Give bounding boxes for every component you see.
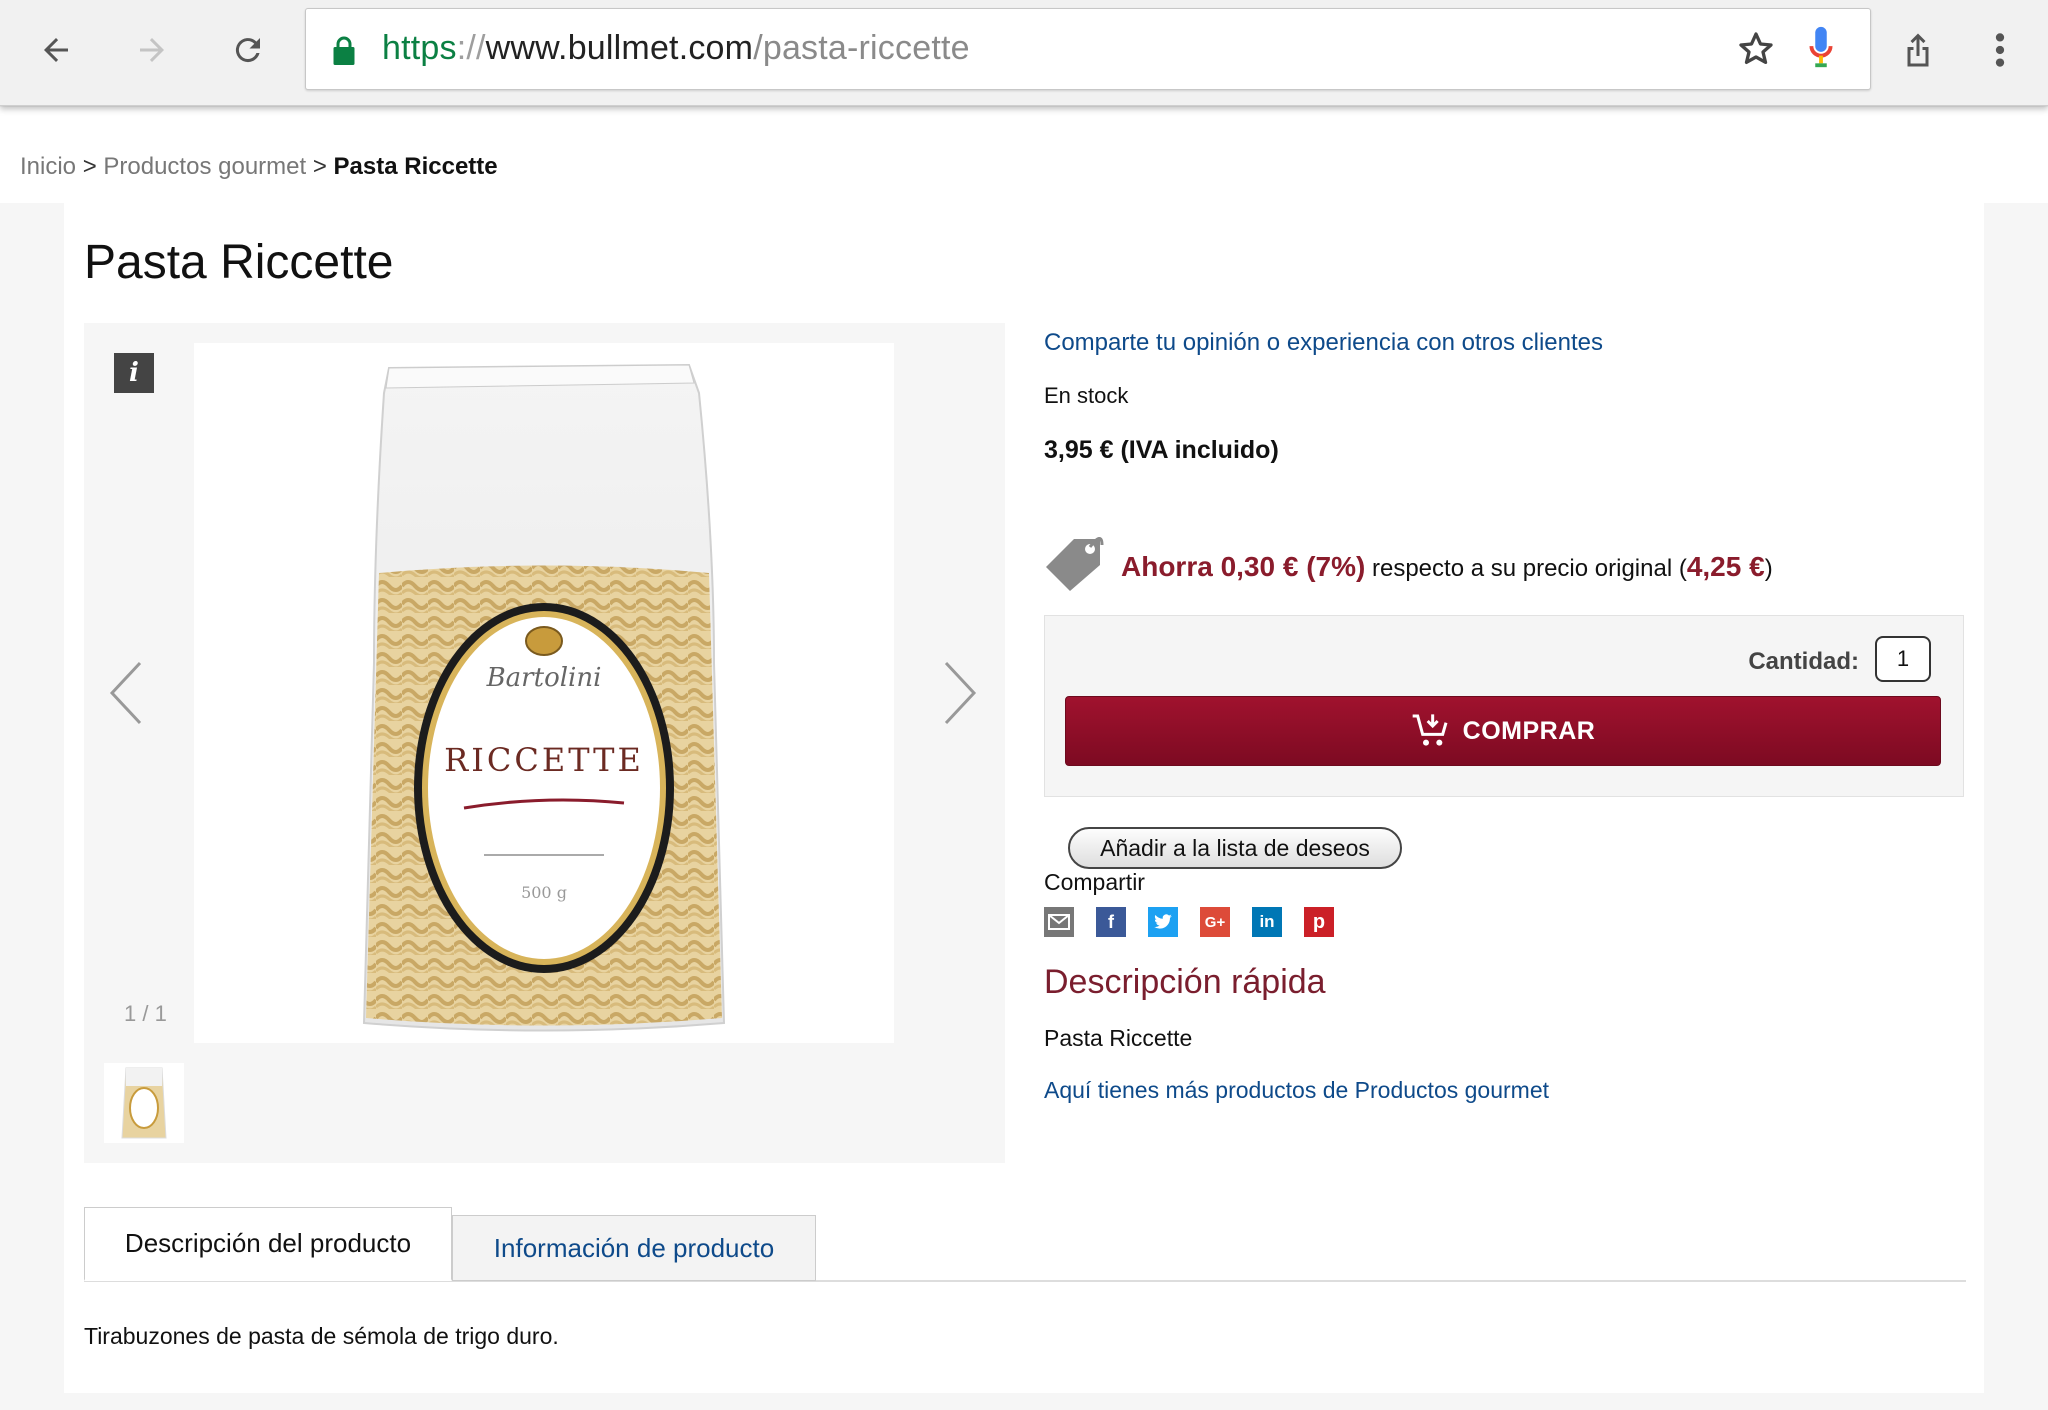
buy-button[interactable]: COMPRAR bbox=[1065, 696, 1941, 766]
quick-description-title: Descripción rápida bbox=[1044, 963, 1326, 1001]
share-button[interactable] bbox=[1890, 22, 1946, 78]
bookmark-star-icon[interactable] bbox=[1736, 29, 1776, 69]
savings-description: respecto a su precio original ( bbox=[1365, 555, 1687, 582]
breadcrumb: Inicio > Productos gourmet > Pasta Ricce… bbox=[20, 153, 498, 181]
gallery-counter: 1 / 1 bbox=[124, 1001, 167, 1026]
forward-arrow-icon bbox=[140, 38, 164, 62]
twitter-icon[interactable] bbox=[1148, 907, 1178, 937]
share-label: Compartir bbox=[1044, 869, 1145, 895]
page-title: Pasta Riccette bbox=[84, 236, 394, 289]
facebook-icon[interactable]: f bbox=[1096, 907, 1126, 937]
reload-icon bbox=[235, 38, 260, 63]
menu-button[interactable] bbox=[1972, 22, 2028, 78]
url-protocol: https bbox=[382, 29, 457, 67]
pinterest-icon[interactable]: p bbox=[1304, 907, 1334, 937]
buy-box: Cantidad: 1 COMPRAR bbox=[1044, 615, 1964, 797]
share-icon bbox=[1907, 33, 1929, 67]
price-tag-icon bbox=[1046, 537, 1104, 591]
back-button[interactable] bbox=[28, 22, 84, 78]
price: 3,95 € (IVA incluido) bbox=[1044, 436, 1279, 464]
gallery-thumbnail[interactable] bbox=[104, 1063, 184, 1143]
browser-toolbar: https://www.bullmet.com/pasta-riccette bbox=[0, 0, 2048, 106]
stock-status: En stock bbox=[1044, 383, 1129, 408]
microphone-icon[interactable] bbox=[1806, 25, 1836, 71]
product-image[interactable]: Bartolini RICCETTE 500 g bbox=[194, 343, 894, 1043]
quantity-input[interactable]: 1 bbox=[1875, 636, 1931, 682]
breadcrumb-separator: > bbox=[82, 153, 97, 180]
breadcrumb-separator: > bbox=[312, 153, 327, 180]
product-gallery: i Bartolini RICCETTE 500 g 1 / 1 bbox=[84, 323, 1005, 1163]
breadcrumb-home[interactable]: Inicio bbox=[20, 153, 76, 180]
address-bar[interactable]: https://www.bullmet.com/pasta-riccette bbox=[305, 8, 1871, 90]
info-icon[interactable]: i bbox=[114, 353, 154, 393]
breadcrumb-current: Pasta Riccette bbox=[333, 153, 498, 180]
breadcrumb-bar: Inicio > Productos gourmet > Pasta Ricce… bbox=[0, 107, 2048, 203]
review-link[interactable]: Comparte tu opinión o experiencia con ot… bbox=[1044, 329, 1603, 357]
wishlist-button[interactable]: Añadir a la lista de deseos bbox=[1068, 827, 1402, 869]
page: Inicio > Productos gourmet > Pasta Ricce… bbox=[0, 107, 2048, 1410]
url-text[interactable]: https://www.bullmet.com/pasta-riccette bbox=[382, 29, 970, 68]
reload-button[interactable] bbox=[220, 22, 276, 78]
savings-amount: Ahorra 0,30 € (7%) bbox=[1121, 551, 1366, 582]
gallery-next-arrow-icon[interactable] bbox=[934, 658, 984, 728]
tab-product-information[interactable]: Información de producto bbox=[452, 1215, 816, 1281]
email-icon[interactable] bbox=[1044, 907, 1074, 937]
package-name: RICCETTE bbox=[444, 741, 644, 779]
url-host: www.bullmet.com bbox=[485, 29, 754, 67]
pasta-bag-image: Bartolini RICCETTE 500 g bbox=[362, 363, 726, 1032]
savings-close: ) bbox=[1764, 555, 1773, 582]
package-brand: Bartolini bbox=[486, 663, 602, 693]
breadcrumb-category[interactable]: Productos gourmet bbox=[103, 153, 306, 180]
lock-icon bbox=[333, 36, 355, 65]
back-arrow-icon bbox=[44, 38, 68, 62]
package-weight: 500 g bbox=[521, 883, 567, 902]
url-separator: :// bbox=[456, 29, 486, 67]
savings-row: Ahorra 0,30 € (7%) respecto a su precio … bbox=[1044, 533, 1964, 593]
url-path: /pasta-riccette bbox=[753, 29, 970, 67]
quick-description: Pasta Riccette bbox=[1044, 1025, 1193, 1051]
gallery-prev-arrow-icon[interactable] bbox=[102, 658, 152, 728]
forward-button[interactable] bbox=[124, 22, 180, 78]
tab-product-description[interactable]: Descripción del producto bbox=[84, 1207, 452, 1281]
thumbnail-image bbox=[121, 1067, 167, 1139]
share-icons: f G+ in p bbox=[1044, 907, 1334, 937]
cart-icon bbox=[1412, 714, 1448, 746]
linkedin-icon[interactable]: in bbox=[1252, 907, 1282, 937]
tab-content: Tirabuzones de pasta de sémola de trigo … bbox=[84, 1323, 559, 1349]
more-products-link[interactable]: Aquí tienes más productos de Productos g… bbox=[1044, 1077, 1549, 1104]
buy-button-label: COMPRAR bbox=[1462, 716, 1596, 745]
product-card: Pasta Riccette i Bartolini RICCETTE 500 … bbox=[64, 203, 1984, 1393]
original-price: 4,25 € bbox=[1686, 551, 1765, 582]
savings-text: Ahorra 0,30 € (7%) respecto a su precio … bbox=[1121, 551, 1773, 583]
google-plus-icon[interactable]: G+ bbox=[1200, 907, 1230, 937]
more-vertical-icon bbox=[1995, 33, 2005, 67]
quantity-label: Cantidad: bbox=[1748, 648, 1859, 675]
